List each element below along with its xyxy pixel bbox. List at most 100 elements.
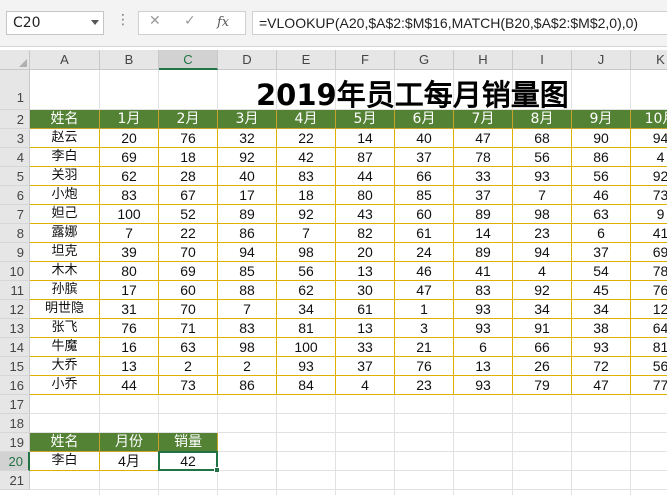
sales-cell[interactable]: 81 [631,338,667,357]
sales-cell[interactable]: 9 [631,205,667,224]
sales-cell[interactable]: 60 [159,281,218,300]
sales-cell[interactable]: 44 [336,167,395,186]
row-header-9[interactable]: 9 [0,243,30,262]
employee-name-cell[interactable]: 小炮 [30,186,100,205]
sales-cell[interactable]: 83 [218,319,277,338]
sales-cell[interactable]: 87 [336,148,395,167]
row-header-12[interactable]: 12 [0,300,30,319]
sales-cell[interactable]: 66 [513,338,572,357]
employee-name-cell[interactable]: 李白 [30,148,100,167]
sales-cell[interactable]: 76 [631,281,667,300]
sales-cell[interactable]: 44 [100,376,159,395]
sales-cell[interactable]: 16 [100,338,159,357]
sales-cell[interactable]: 18 [277,186,336,205]
sales-cell[interactable]: 68 [513,129,572,148]
sales-cell[interactable]: 4 [513,262,572,281]
chevron-down-icon[interactable] [91,20,99,25]
sales-cell[interactable]: 40 [218,167,277,186]
employee-name-cell[interactable]: 木木 [30,262,100,281]
sales-cell[interactable]: 83 [100,186,159,205]
row-header-3[interactable]: 3 [0,129,30,148]
sales-cell[interactable]: 89 [218,205,277,224]
more-options-icon[interactable]: ⋮ [116,12,130,28]
sales-cell[interactable]: 82 [336,224,395,243]
sales-cell[interactable]: 33 [336,338,395,357]
sales-cell[interactable]: 7 [218,300,277,319]
sales-cell[interactable]: 21 [395,338,454,357]
sales-cell[interactable]: 94 [631,129,667,148]
name-box[interactable]: C20 [6,11,104,35]
cancel-icon[interactable]: ✕ [149,13,161,29]
sales-cell[interactable]: 90 [572,129,631,148]
sales-cell[interactable]: 98 [277,243,336,262]
sales-cell[interactable]: 37 [572,243,631,262]
sales-cell[interactable]: 13 [454,357,513,376]
row-header-16[interactable]: 16 [0,376,30,395]
sales-cell[interactable]: 28 [159,167,218,186]
sales-cell[interactable]: 12 [631,300,667,319]
lookup-input-cell[interactable]: 李白 [30,452,100,471]
row-header-2[interactable]: 2 [0,110,30,129]
column-header-k[interactable]: K [631,50,667,70]
sales-cell[interactable]: 73 [631,186,667,205]
sales-cell[interactable]: 69 [159,262,218,281]
sales-cell[interactable]: 47 [572,376,631,395]
sales-cell[interactable]: 23 [513,224,572,243]
sales-cell[interactable]: 83 [277,167,336,186]
employee-name-cell[interactable]: 露娜 [30,224,100,243]
sales-cell[interactable]: 6 [572,224,631,243]
row-header-8[interactable]: 8 [0,224,30,243]
sales-cell[interactable]: 34 [513,300,572,319]
sales-cell[interactable]: 70 [159,300,218,319]
column-header-i[interactable]: I [513,50,572,70]
employee-name-cell[interactable]: 小乔 [30,376,100,395]
sales-cell[interactable]: 91 [513,319,572,338]
sales-cell[interactable]: 64 [631,319,667,338]
sales-cell[interactable]: 41 [631,224,667,243]
sales-cell[interactable]: 60 [395,205,454,224]
sales-cell[interactable]: 37 [336,357,395,376]
sales-cell[interactable]: 69 [100,148,159,167]
sales-cell[interactable]: 80 [336,186,395,205]
sales-cell[interactable]: 71 [159,319,218,338]
table-header-cell[interactable]: 2月 [159,110,218,129]
table-header-cell[interactable]: 姓名 [30,110,100,129]
sales-cell[interactable]: 37 [454,186,513,205]
sales-cell[interactable]: 84 [277,376,336,395]
sales-cell[interactable]: 2 [159,357,218,376]
sales-cell[interactable]: 63 [159,338,218,357]
sales-cell[interactable]: 7 [277,224,336,243]
sales-cell[interactable]: 4 [631,148,667,167]
sales-cell[interactable]: 79 [513,376,572,395]
sales-cell[interactable]: 14 [454,224,513,243]
sales-cell[interactable]: 54 [572,262,631,281]
table-header-cell[interactable]: 9月 [572,110,631,129]
sales-cell[interactable]: 20 [100,129,159,148]
sales-cell[interactable]: 4 [336,376,395,395]
sales-cell[interactable]: 18 [159,148,218,167]
formula-input[interactable]: =VLOOKUP(A20,$A$2:$M$16,MATCH(B20,$A$2:$… [252,11,667,35]
sales-cell[interactable]: 47 [395,281,454,300]
sales-cell[interactable]: 78 [631,262,667,281]
sales-cell[interactable]: 34 [277,300,336,319]
sales-cell[interactable]: 56 [277,262,336,281]
sales-cell[interactable]: 61 [336,300,395,319]
sales-cell[interactable]: 7 [100,224,159,243]
sales-cell[interactable]: 45 [572,281,631,300]
column-header-e[interactable]: E [277,50,336,70]
sales-cell[interactable]: 85 [395,186,454,205]
column-header-a[interactable]: A [30,50,100,70]
employee-name-cell[interactable]: 大乔 [30,357,100,376]
sales-cell[interactable]: 30 [336,281,395,300]
sales-cell[interactable]: 47 [454,129,513,148]
column-header-c[interactable]: C [159,50,218,70]
sales-cell[interactable]: 61 [395,224,454,243]
sales-cell[interactable]: 86 [218,224,277,243]
sales-cell[interactable]: 6 [454,338,513,357]
column-header-j[interactable]: J [572,50,631,70]
sales-cell[interactable]: 31 [100,300,159,319]
sales-cell[interactable]: 26 [513,357,572,376]
sales-cell[interactable]: 17 [100,281,159,300]
row-header-18[interactable]: 18 [0,414,30,433]
sales-cell[interactable]: 100 [277,338,336,357]
